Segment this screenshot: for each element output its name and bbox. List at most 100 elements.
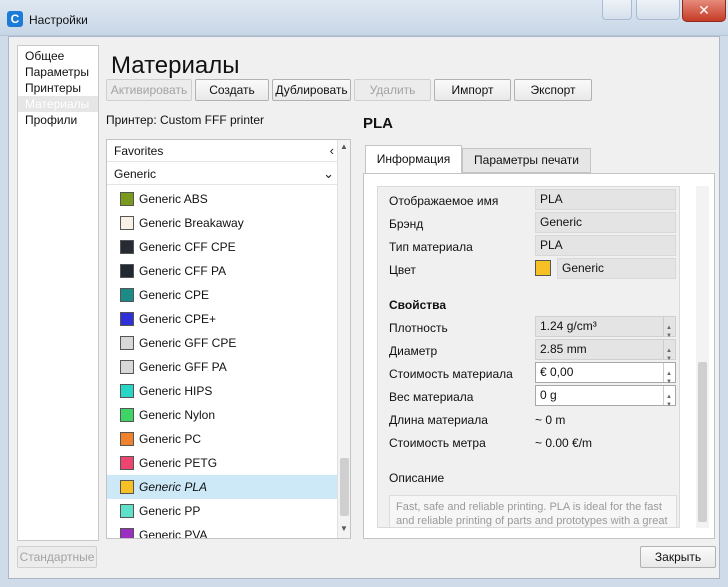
density-field[interactable]: 1.24 g/cm³ ▲ ▼: [535, 316, 676, 339]
nav-item-settings[interactable]: Параметры: [18, 64, 98, 80]
color-swatch-icon: [120, 336, 134, 350]
material-name: Generic CFF CPE: [139, 240, 236, 254]
scroll-down-arrow-icon[interactable]: ▼: [340, 524, 348, 533]
material-name: Generic PP: [139, 504, 201, 518]
activate-button[interactable]: Активировать: [106, 79, 192, 101]
page-title: Материалы: [111, 52, 240, 79]
defaults-button[interactable]: Стандартные: [17, 546, 97, 568]
background-window-button: [602, 0, 632, 20]
material-name: Generic HIPS: [139, 384, 213, 398]
generic-label: Generic: [114, 167, 157, 181]
material-list-item[interactable]: Generic PVA: [107, 523, 339, 538]
material-list-item[interactable]: Generic ABS: [107, 187, 339, 211]
information-scrollbar[interactable]: [696, 186, 709, 528]
scrollbar-thumb[interactable]: [698, 362, 707, 522]
delete-button[interactable]: Удалить: [354, 79, 431, 101]
color-swatch-icon: [120, 192, 134, 206]
preferences-dialog: Общее Параметры Принтеры Материалы Профи…: [8, 36, 720, 579]
material-name: Generic GFF CPE: [139, 336, 237, 350]
export-button[interactable]: Экспорт: [514, 79, 592, 101]
scroll-up-arrow-icon[interactable]: ▲: [340, 142, 348, 151]
color-swatch-icon: [120, 264, 134, 278]
material-list-item[interactable]: Generic CPE: [107, 283, 339, 307]
material-list-item[interactable]: Generic GFF CPE: [107, 331, 339, 355]
chevron-down-icon: ⌄: [323, 166, 334, 181]
nav-item-materials[interactable]: Материалы: [18, 96, 98, 112]
material-name: Generic PETG: [139, 456, 218, 470]
cura-app-icon: C: [7, 11, 23, 27]
color-swatch-icon: [120, 528, 134, 538]
material-name: Generic Breakaway: [139, 216, 244, 230]
material-cost-value: € 0,00: [540, 365, 574, 379]
generic-section-header[interactable]: Generic ⌄: [107, 163, 339, 185]
cost-per-meter-value: ~ 0.00 €/m: [535, 436, 593, 450]
nav-item-printers[interactable]: Принтеры: [18, 80, 98, 96]
close-button[interactable]: Закрыть: [640, 546, 716, 568]
tab-information[interactable]: Информация: [365, 145, 462, 173]
color-swatch-icon: [120, 240, 134, 254]
material-name: Generic CPE: [139, 288, 210, 302]
color-swatch-icon: [120, 312, 134, 326]
density-label: Плотность: [389, 321, 448, 335]
display-name-field[interactable]: PLA: [535, 189, 676, 210]
density-value: 1.24 g/cm³: [540, 319, 597, 333]
preferences-nav: Общее Параметры Принтеры Материалы Профи…: [17, 45, 99, 541]
color-swatch[interactable]: [535, 260, 551, 276]
color-swatch-icon: [120, 456, 134, 470]
nav-item-profiles[interactable]: Профили: [18, 112, 98, 128]
material-list-item[interactable]: Generic PC: [107, 427, 339, 451]
information-panel: Отображаемое имя PLA Брэнд Generic Тип м…: [363, 173, 715, 539]
material-name: Generic CPE+: [139, 312, 217, 326]
brand-field[interactable]: Generic: [535, 212, 676, 233]
diameter-spinner[interactable]: ▲ ▼: [663, 340, 675, 362]
material-type-field[interactable]: PLA: [535, 235, 676, 256]
color-swatch-icon: [120, 432, 134, 446]
title-bar: C Настройки ✕: [0, 0, 728, 36]
color-swatch-icon: [120, 360, 134, 374]
brand-label: Брэнд: [389, 217, 424, 231]
favorites-section-header[interactable]: Favorites ‹: [107, 140, 339, 162]
material-list-item[interactable]: Generic PP: [107, 499, 339, 523]
material-list-item[interactable]: Generic GFF PA: [107, 355, 339, 379]
color-swatch-icon: [120, 408, 134, 422]
material-list-item[interactable]: Generic Nylon: [107, 403, 339, 427]
material-list-item[interactable]: Generic CFF PA: [107, 259, 339, 283]
density-spinner[interactable]: ▲ ▼: [663, 317, 675, 339]
material-length-label: Длина материала: [389, 413, 488, 427]
description-field[interactable]: Fast, safe and reliable printing. PLA is…: [389, 495, 677, 527]
description-label: Описание: [389, 471, 445, 485]
material-list-item[interactable]: Generic PETG: [107, 451, 339, 475]
duplicate-button[interactable]: Дублировать: [272, 79, 351, 101]
material-cost-field[interactable]: € 0,00 ▲ ▼: [535, 362, 676, 385]
material-list-item[interactable]: Generic Breakaway: [107, 211, 339, 235]
material-type-label: Тип материала: [389, 240, 473, 254]
material-weight-field[interactable]: 0 g ▲ ▼: [535, 385, 676, 408]
material-list-item[interactable]: Generic CPE+: [107, 307, 339, 331]
material-cost-spinner[interactable]: ▲ ▼: [663, 363, 675, 385]
cost-per-meter-label: Стоимость метра: [389, 436, 486, 450]
close-window-button[interactable]: ✕: [682, 0, 726, 22]
material-weight-label: Вес материала: [389, 390, 474, 404]
material-name: Generic ABS: [139, 192, 208, 206]
window-title: Настройки: [29, 13, 88, 27]
material-list-item[interactable]: Generic PLA: [107, 475, 339, 499]
diameter-label: Диаметр: [389, 344, 438, 358]
chevron-left-icon: ‹: [329, 143, 334, 158]
color-swatch-icon: [120, 480, 134, 494]
color-swatch-icon: [120, 504, 134, 518]
favorites-label: Favorites: [114, 144, 164, 158]
display-name-label: Отображаемое имя: [389, 194, 499, 208]
nav-item-general[interactable]: Общее: [18, 48, 98, 64]
create-button[interactable]: Создать: [195, 79, 269, 101]
information-scroll-area: Отображаемое имя PLA Брэнд Generic Тип м…: [377, 186, 680, 528]
material-list-scrollbar[interactable]: ▲ ▼: [337, 140, 350, 538]
tab-print-settings[interactable]: Параметры печати: [462, 148, 591, 173]
color-name-field[interactable]: Generic: [557, 258, 676, 279]
material-list-item[interactable]: Generic CFF CPE: [107, 235, 339, 259]
material-list-item[interactable]: Generic HIPS: [107, 379, 339, 403]
import-button[interactable]: Импорт: [434, 79, 511, 101]
material-weight-spinner[interactable]: ▲ ▼: [663, 386, 675, 408]
diameter-field[interactable]: 2.85 mm ▲ ▼: [535, 339, 676, 362]
scrollbar-thumb[interactable]: [340, 458, 349, 516]
color-label: Цвет: [389, 263, 416, 277]
